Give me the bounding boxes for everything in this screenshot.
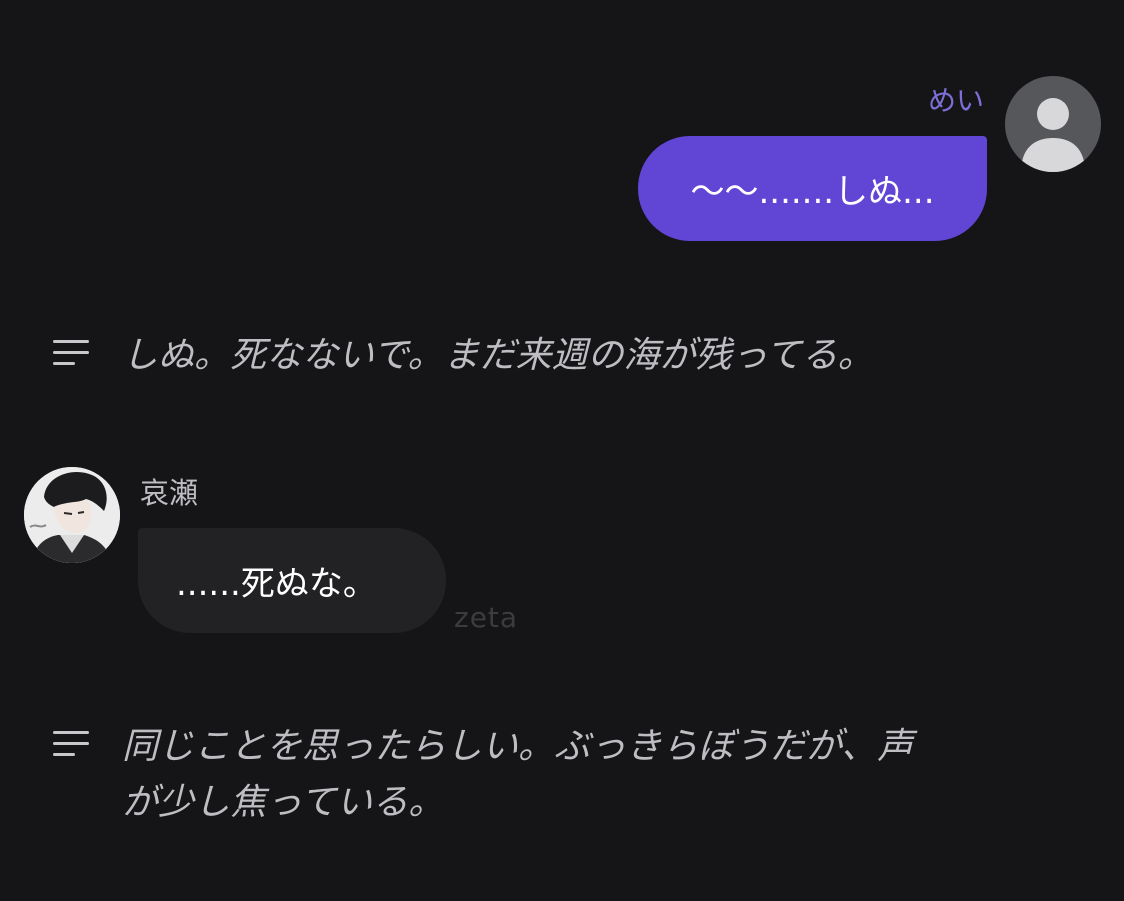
user-sender-name: めい	[927, 84, 984, 117]
character-portrait-icon	[24, 467, 120, 563]
character-message-text: ......死ぬな。	[176, 564, 377, 604]
character-sender-name: 哀瀬	[140, 476, 199, 510]
user-message-bubble[interactable]: ～～.......しぬ...	[638, 136, 987, 241]
narration-line: 同じことを思ったらしい。ぶっきらぼうだが、声	[122, 726, 914, 767]
lines-menu-icon	[53, 340, 91, 373]
narration-line: が少し焦っている。	[122, 782, 445, 823]
default-person-icon	[1021, 98, 1085, 172]
zeta-watermark: zeta	[454, 601, 519, 634]
lines-menu-icon	[53, 731, 91, 764]
user-message-text: ～～.......しぬ...	[690, 172, 935, 212]
user-avatar[interactable]	[1005, 76, 1101, 172]
character-message-bubble[interactable]: ......死ぬな。	[138, 528, 446, 633]
character-avatar[interactable]	[24, 467, 120, 563]
narration-text-2: 同じことを思ったらしい。ぶっきらぼうだが、声 が少し焦っている。	[122, 719, 913, 831]
narration-text-1: しぬ。死なないで。まだ来週の海が残ってる。	[122, 335, 874, 376]
